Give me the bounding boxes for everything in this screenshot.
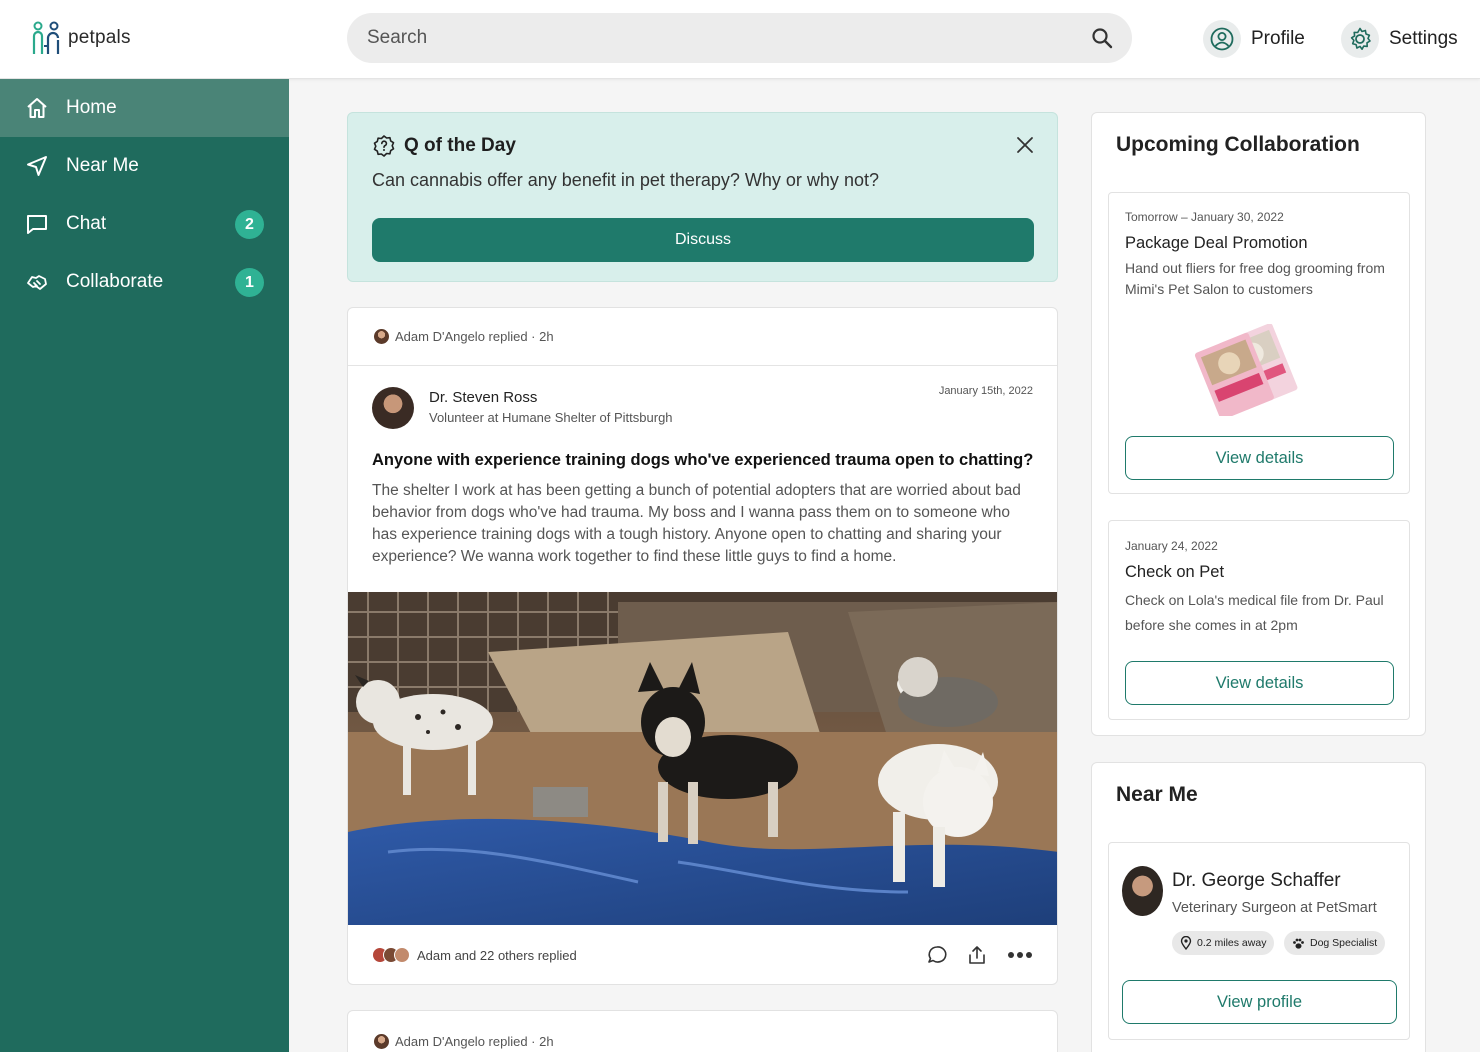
- chat-count-badge: 2: [235, 210, 264, 239]
- settings-button[interactable]: Settings: [1341, 19, 1458, 59]
- post-date: January 15th, 2022: [938, 385, 1033, 397]
- professional-name[interactable]: Dr. George Schaffer: [1172, 870, 1341, 892]
- petpals-logo-icon: [32, 21, 60, 54]
- sidebar-item-label: Home: [66, 97, 117, 118]
- post-body: The shelter I work at has been getting a…: [372, 482, 1021, 565]
- logo[interactable]: petpals: [30, 20, 131, 56]
- post-title[interactable]: Anyone with experience training dogs who…: [372, 451, 1042, 470]
- reply-note[interactable]: Adam D'Angelo replied · 2h: [348, 308, 1057, 366]
- question-badge-icon: [373, 135, 395, 157]
- profile-label: Profile: [1251, 28, 1305, 49]
- collaboration-date: Tomorrow – January 30, 2022: [1125, 210, 1284, 224]
- profile-button[interactable]: Profile: [1203, 19, 1305, 59]
- avatar: [394, 947, 410, 963]
- reply-note[interactable]: Adam D'Angelo replied · 2h: [348, 1011, 1057, 1052]
- sidebar-item-chat[interactable]: Chat 2: [0, 195, 289, 253]
- professional-role: Veterinary Surgeon at PetSmart: [1172, 900, 1377, 916]
- collaboration-title: Check on Pet: [1125, 563, 1225, 581]
- location-pin-icon: [1180, 936, 1192, 950]
- close-icon[interactable]: [1015, 135, 1035, 155]
- collaboration-title: Package Deal Promotion: [1125, 234, 1308, 252]
- more-options-icon[interactable]: [1006, 944, 1034, 966]
- nearby-professional-card: Dr. George Schaffer Veterinary Surgeon a…: [1108, 842, 1410, 1040]
- author-avatar[interactable]: [372, 387, 414, 429]
- qotd-header: Q of the Day: [372, 134, 516, 158]
- replies-summary[interactable]: Adam and 22 others replied: [417, 948, 577, 963]
- home-icon: [25, 96, 49, 120]
- question-of-the-day-card: Q of the Day Can cannabis offer any bene…: [347, 112, 1058, 282]
- sidebar: Home Near Me Chat 2 Collaborate 1: [0, 79, 289, 1052]
- discuss-button[interactable]: Discuss: [372, 218, 1034, 262]
- reply-note-text: Adam D'Angelo replied · 2h: [395, 1033, 554, 1049]
- distance-chip: 0.2 miles away: [1172, 931, 1275, 955]
- post-footer: Adam and 22 others replied: [372, 940, 1034, 970]
- comment-icon[interactable]: [926, 944, 948, 966]
- chat-bubble-icon: [25, 212, 49, 236]
- handshake-icon: [25, 270, 49, 294]
- feed-post: Adam D'Angelo replied · 2h Dr. Steven Ro…: [347, 307, 1058, 985]
- qotd-title: Q of the Day: [404, 135, 516, 156]
- upcoming-collaboration-panel: Upcoming Collaboration Tomorrow – Januar…: [1091, 112, 1426, 736]
- top-bar: petpals Profile Settings: [0, 0, 1480, 79]
- panel-title: Near Me: [1116, 783, 1198, 806]
- settings-label: Settings: [1389, 28, 1458, 49]
- paw-icon: [1293, 938, 1304, 949]
- search-icon[interactable]: [1090, 26, 1114, 50]
- sidebar-item-label: Collaborate: [66, 271, 164, 292]
- view-details-button[interactable]: View details: [1125, 436, 1394, 480]
- avatar[interactable]: [1122, 866, 1163, 916]
- flier-image: [1194, 324, 1298, 416]
- logo-text: petpals: [68, 27, 131, 48]
- distance-text: 0.2 miles away: [1197, 937, 1267, 949]
- share-icon[interactable]: [966, 944, 988, 966]
- navigation-arrow-icon: [25, 154, 49, 178]
- specialty-text: Dog Specialist: [1310, 937, 1378, 949]
- author-name[interactable]: Dr. Steven Ross: [429, 389, 537, 406]
- author-role: Volunteer at Humane Shelter of Pittsburg…: [429, 410, 673, 425]
- collaboration-card: January 24, 2022 Check on Pet Check on L…: [1108, 520, 1410, 720]
- sidebar-item-label: Chat: [66, 213, 107, 234]
- collaboration-date: January 24, 2022: [1125, 539, 1218, 553]
- post-image-dogs[interactable]: [348, 592, 1057, 925]
- sidebar-item-near-me[interactable]: Near Me: [0, 137, 289, 195]
- qotd-question: Can cannabis offer any benefit in pet th…: [372, 170, 879, 190]
- view-details-button[interactable]: View details: [1125, 661, 1394, 705]
- panel-title: Upcoming Collaboration: [1116, 133, 1360, 156]
- reply-note-text: Adam D'Angelo replied · 2h: [395, 329, 554, 344]
- collaboration-description: Hand out fliers for free dog grooming fr…: [1125, 260, 1385, 297]
- view-profile-button[interactable]: View profile: [1122, 980, 1397, 1024]
- sidebar-item-home[interactable]: Home: [0, 79, 289, 137]
- sidebar-item-label: Near Me: [66, 155, 139, 176]
- search-input[interactable]: [367, 13, 1067, 63]
- search-bar[interactable]: [347, 13, 1132, 63]
- avatar: [374, 1033, 389, 1049]
- collaboration-card: Tomorrow – January 30, 2022 Package Deal…: [1108, 192, 1410, 494]
- collaborate-count-badge: 1: [235, 268, 264, 297]
- near-me-panel: Near Me Dr. George Schaffer Veterinary S…: [1091, 762, 1426, 1052]
- feed-post: Adam D'Angelo replied · 2h: [347, 1010, 1058, 1052]
- collaboration-description: Check on Lola's medical file from Dr. Pa…: [1125, 592, 1384, 633]
- specialty-chip: Dog Specialist: [1284, 931, 1386, 955]
- avatar: [374, 329, 389, 344]
- gear-icon: [1341, 20, 1379, 58]
- user-circle-icon: [1203, 20, 1241, 58]
- sidebar-item-collaborate[interactable]: Collaborate 1: [0, 253, 289, 311]
